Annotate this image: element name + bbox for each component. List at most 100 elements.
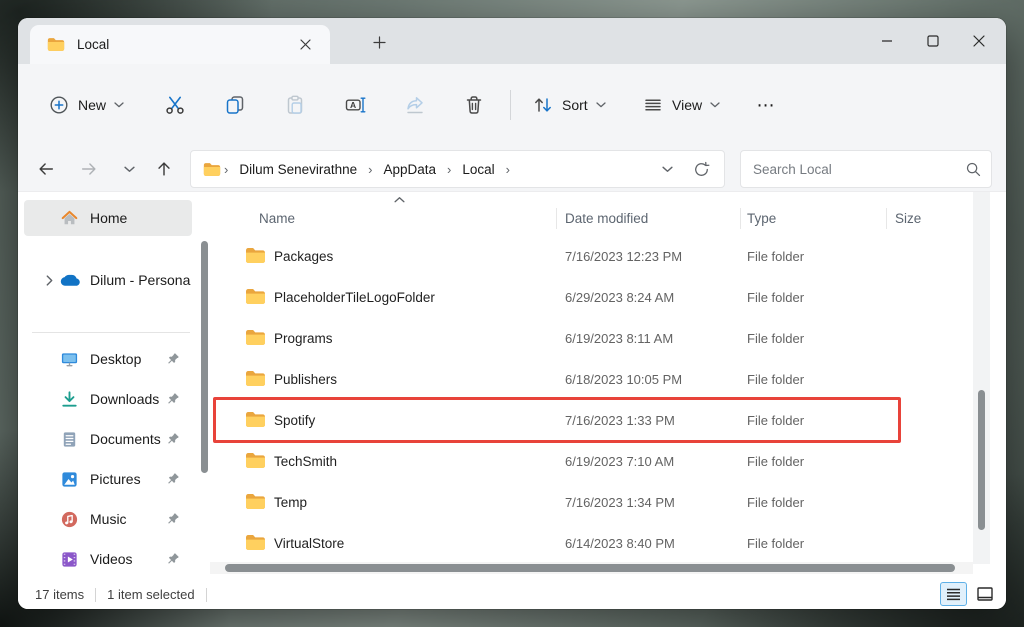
sort-button[interactable]: Sort: [523, 87, 615, 123]
column-separator[interactable]: [886, 208, 887, 229]
sidebar-item-onedrive[interactable]: Dilum - Persona: [24, 262, 192, 298]
file-row-virtualstore[interactable]: VirtualStore 6/14/2023 8:40 PM File fold…: [210, 524, 973, 565]
breadcrumb-chevron: ›: [224, 161, 229, 177]
chevron-down-icon: [124, 166, 135, 173]
file-name: Packages: [274, 249, 334, 264]
breadcrumb-chevron: ›: [505, 161, 511, 177]
sidebar-item-music[interactable]: Music: [24, 501, 192, 537]
sidebar-item-home[interactable]: Home: [24, 200, 192, 236]
close-icon: [299, 39, 311, 50]
details-view-icon: [947, 588, 960, 600]
sidebar-item-videos[interactable]: Videos: [24, 541, 192, 577]
onedrive-cloud-icon: [60, 270, 80, 290]
sidebar-item-documents[interactable]: Documents: [24, 421, 192, 457]
search-input[interactable]: [745, 161, 965, 177]
address-dropdown-button[interactable]: [652, 154, 682, 184]
close-window-button[interactable]: [956, 23, 1002, 59]
maximize-button[interactable]: [910, 23, 956, 59]
large-icons-view-button[interactable]: [971, 582, 998, 606]
sidebar-divider: [32, 332, 190, 333]
breadcrumb-local[interactable]: Local: [456, 158, 500, 181]
file-row-publishers[interactable]: Publishers 6/18/2023 10:05 PM File folde…: [210, 360, 973, 401]
file-date: 6/19/2023 7:10 AM: [565, 454, 675, 469]
large-icons-view-icon: [976, 587, 993, 601]
column-header-size[interactable]: Size: [895, 205, 921, 232]
share-icon: [407, 97, 423, 114]
view-button[interactable]: View: [633, 87, 729, 123]
pin-icon: [166, 472, 180, 486]
breadcrumb-user[interactable]: Dilum Senevirathne: [233, 158, 363, 181]
tab-close-button[interactable]: [292, 32, 318, 58]
home-icon: [60, 208, 80, 228]
file-row-techsmith[interactable]: TechSmith 6/19/2023 7:10 AM File folder: [210, 442, 973, 483]
desktop-wallpaper: Local New A Sort View ⋯ › Dilum Senevira…: [0, 0, 1024, 627]
folder-icon: [245, 288, 266, 305]
view-icon: [645, 99, 661, 111]
recent-locations-button[interactable]: [112, 152, 146, 186]
forward-button[interactable]: [72, 152, 106, 186]
breadcrumb-chevron: ›: [368, 161, 373, 177]
rename-button[interactable]: A: [335, 85, 375, 125]
trash-icon: [466, 96, 482, 114]
titlebar[interactable]: Local: [18, 18, 1006, 64]
file-row-spotify[interactable]: Spotify 7/16/2023 1:33 PM File folder: [210, 401, 973, 442]
sidebar-item-label: Videos: [90, 551, 133, 567]
more-options-button[interactable]: ⋯: [746, 85, 786, 125]
share-button[interactable]: [395, 85, 435, 125]
file-row-placeholdertilelogofolder[interactable]: PlaceholderTileLogoFolder 6/29/2023 8:24…: [210, 278, 973, 319]
view-toggle-group: [940, 582, 998, 606]
paste-button[interactable]: [275, 85, 315, 125]
column-header-date[interactable]: Date modified: [565, 205, 648, 232]
column-separator[interactable]: [740, 208, 741, 229]
sidebar-scrollbar-thumb[interactable]: [201, 241, 208, 473]
column-header-type[interactable]: Type: [747, 205, 776, 232]
delete-button[interactable]: [454, 85, 494, 125]
folder-icon: [245, 370, 266, 387]
search-box[interactable]: [740, 150, 992, 188]
refresh-button[interactable]: [686, 154, 716, 184]
minimize-button[interactable]: [864, 23, 910, 59]
sidebar-item-pictures[interactable]: Pictures: [24, 461, 192, 497]
address-bar[interactable]: › Dilum Senevirathne › AppData › Local ›: [190, 150, 725, 188]
horizontal-scrollbar[interactable]: [210, 562, 973, 574]
column-header-name[interactable]: Name: [259, 205, 295, 232]
vertical-scrollbar[interactable]: [973, 192, 990, 564]
file-row-packages[interactable]: Packages 7/16/2023 12:23 PM File folder: [210, 237, 973, 278]
file-type: File folder: [747, 249, 805, 264]
copy-button[interactable]: [215, 85, 255, 125]
desktop-icon: [60, 349, 80, 369]
file-row-temp[interactable]: Temp 7/16/2023 1:34 PM File folder: [210, 483, 973, 524]
new-tab-button[interactable]: [362, 27, 396, 57]
file-date: 6/14/2023 8:40 PM: [565, 536, 675, 551]
sidebar-item-downloads[interactable]: Downloads: [24, 381, 192, 417]
horizontal-scrollbar-thumb[interactable]: [225, 564, 955, 572]
chevron-down-icon: [596, 102, 606, 108]
file-name: PlaceholderTileLogoFolder: [274, 290, 435, 305]
back-button[interactable]: [29, 152, 63, 186]
expand-chevron-icon[interactable]: [38, 274, 60, 286]
breadcrumb-appdata[interactable]: AppData: [378, 158, 443, 181]
vertical-scrollbar-thumb[interactable]: [978, 390, 985, 530]
file-date: 7/16/2023 12:23 PM: [565, 249, 683, 264]
file-explorer-window: Local New A Sort View ⋯ › Dilum Senevira…: [18, 18, 1006, 609]
new-button-label: New: [78, 97, 107, 113]
file-date: 6/29/2023 8:24 AM: [565, 290, 675, 305]
folder-icon: [245, 247, 266, 264]
folder-icon: [245, 411, 266, 428]
file-type: File folder: [747, 536, 805, 551]
file-name: TechSmith: [274, 454, 338, 469]
sort-icon: [535, 98, 551, 112]
sidebar-item-label: Dilum - Persona: [90, 272, 191, 288]
new-button[interactable]: New: [38, 87, 134, 123]
sidebar-item-desktop[interactable]: Desktop: [24, 341, 192, 377]
file-row-programs[interactable]: Programs 6/19/2023 8:11 AM File folder: [210, 319, 973, 360]
forward-arrow-icon: [81, 163, 96, 175]
details-view-button[interactable]: [940, 582, 967, 606]
column-separator[interactable]: [556, 208, 557, 229]
file-list: Name Date modified Type Size Packages 7/…: [210, 192, 973, 580]
cut-button[interactable]: [155, 85, 195, 125]
file-date: 7/16/2023 1:33 PM: [565, 413, 675, 428]
status-divider: [205, 587, 207, 602]
explorer-tab-local[interactable]: Local: [30, 25, 330, 64]
up-button[interactable]: [147, 152, 181, 186]
